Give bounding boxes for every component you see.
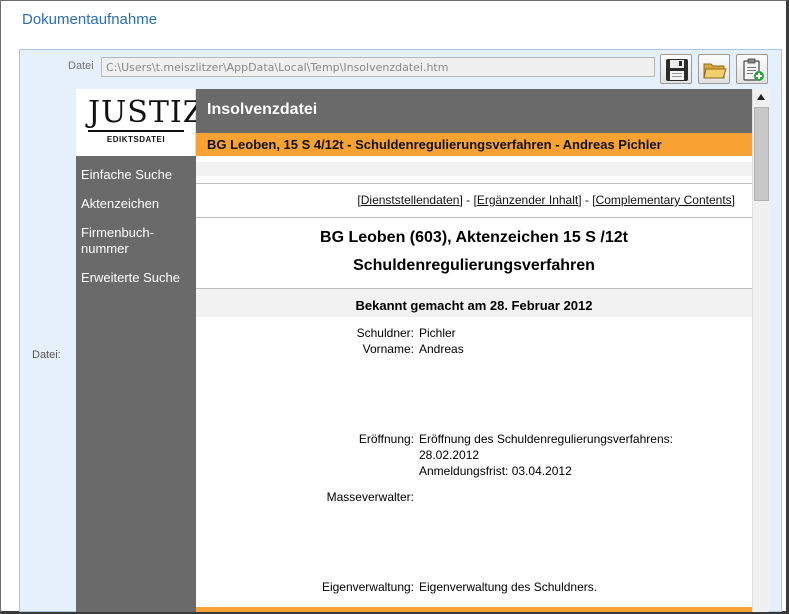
link-ergaenzender-inhalt[interactable]: Ergänzender Inhalt [477, 193, 578, 207]
page-header: Insolvenzdatei [196, 89, 752, 133]
link-complementary-contents[interactable]: Complementary Contents [596, 193, 732, 207]
label-masseverwalter: Masseverwalter: [326, 490, 414, 504]
label-vorname: Vorname: [362, 342, 414, 356]
file-label: Datei [68, 60, 94, 72]
sidebar-item-erweiterte-suche[interactable]: Erweiterte Suche [81, 270, 180, 286]
file-field-label: Datei: [32, 349, 61, 361]
footer-bar [196, 607, 752, 612]
sidebar-item-firmenbuch-nummer[interactable]: nummer [81, 241, 129, 257]
sidebar-item-aktenzeichen[interactable]: Aktenzeichen [81, 196, 159, 212]
logo-subtitle: EDIKTSDATEI [106, 135, 166, 144]
procedure-heading: Schuldenregulierungsverfahren [353, 257, 595, 274]
spacer-strip [196, 162, 752, 176]
value-schuldner: Pichler [419, 326, 456, 340]
label-schuldner: Schuldner: [356, 326, 414, 340]
file-path-input[interactable]: C:\Users\t.meiszlitzer\AppData\Local\Tem… [101, 57, 655, 77]
logo-text: JUSTIZ [88, 95, 205, 130]
justiz-logo[interactable]: JUSTIZ EDIKTSDATEI [76, 89, 204, 156]
divider [196, 217, 752, 218]
link-dienststellendaten[interactable]: Dienststellendaten [361, 193, 460, 207]
value-eroeffnung-2: 28.02.2012 [419, 448, 480, 462]
link-separator: - [462, 193, 474, 207]
label-eigenverwaltung: Eigenverwaltung: [321, 580, 414, 594]
sidebar-item-firmenbuch[interactable]: Firmenbuch- [81, 225, 154, 241]
html-preview[interactable]: JUSTIZ EDIKTSDATEI Einfache Suche Aktenz… [76, 89, 769, 612]
logo-divider [88, 130, 184, 132]
announced-date: Bekannt gemacht am 28. Februar 2012 [355, 298, 593, 313]
folder-icon [703, 63, 727, 79]
value-vorname: Andreas [419, 342, 464, 356]
scrollbar-thumb[interactable] [754, 107, 769, 201]
value-eroeffnung-1: Eröffnung des Schuldenregulierungsverfah… [419, 432, 673, 446]
case-banner: BG Leoben, 15 S 4/12t - Schuldenregulier… [196, 133, 752, 156]
open-file-button[interactable] [698, 54, 730, 84]
clipboard-add-icon [743, 58, 764, 81]
page-title: Insolvenzdatei [207, 101, 318, 118]
value-eigenverwaltung: Eigenverwaltung des Schuldners. [419, 580, 598, 594]
court-heading: BG Leoben (603), Aktenzeichen 15 S /12t [320, 229, 628, 246]
label-eroeffnung: Eröffnung: [358, 432, 414, 446]
sidebar-nav: Einfache Suche Aktenzeichen Firmenbuch- … [76, 156, 196, 612]
link-separator: - [581, 193, 593, 207]
paste-button[interactable] [736, 54, 768, 84]
divider [196, 183, 752, 184]
value-eroeffnung-3: Anmeldungsfrist: 03.04.2012 [419, 464, 572, 478]
scroll-up-arrow-icon[interactable] [753, 89, 770, 106]
case-banner-text: BG Leoben, 15 S 4/12t - Schuldenregulier… [207, 137, 662, 152]
floppy-disk-icon [666, 59, 688, 81]
save-button[interactable] [660, 54, 692, 84]
dialog-title: Dokumentaufnahme [22, 11, 158, 28]
sidebar-item-einfache-suche[interactable]: Einfache Suche [81, 167, 172, 183]
vertical-scrollbar[interactable] [752, 89, 769, 612]
content-links: [Dienststellendaten] - [Ergänzender Inha… [357, 193, 735, 207]
